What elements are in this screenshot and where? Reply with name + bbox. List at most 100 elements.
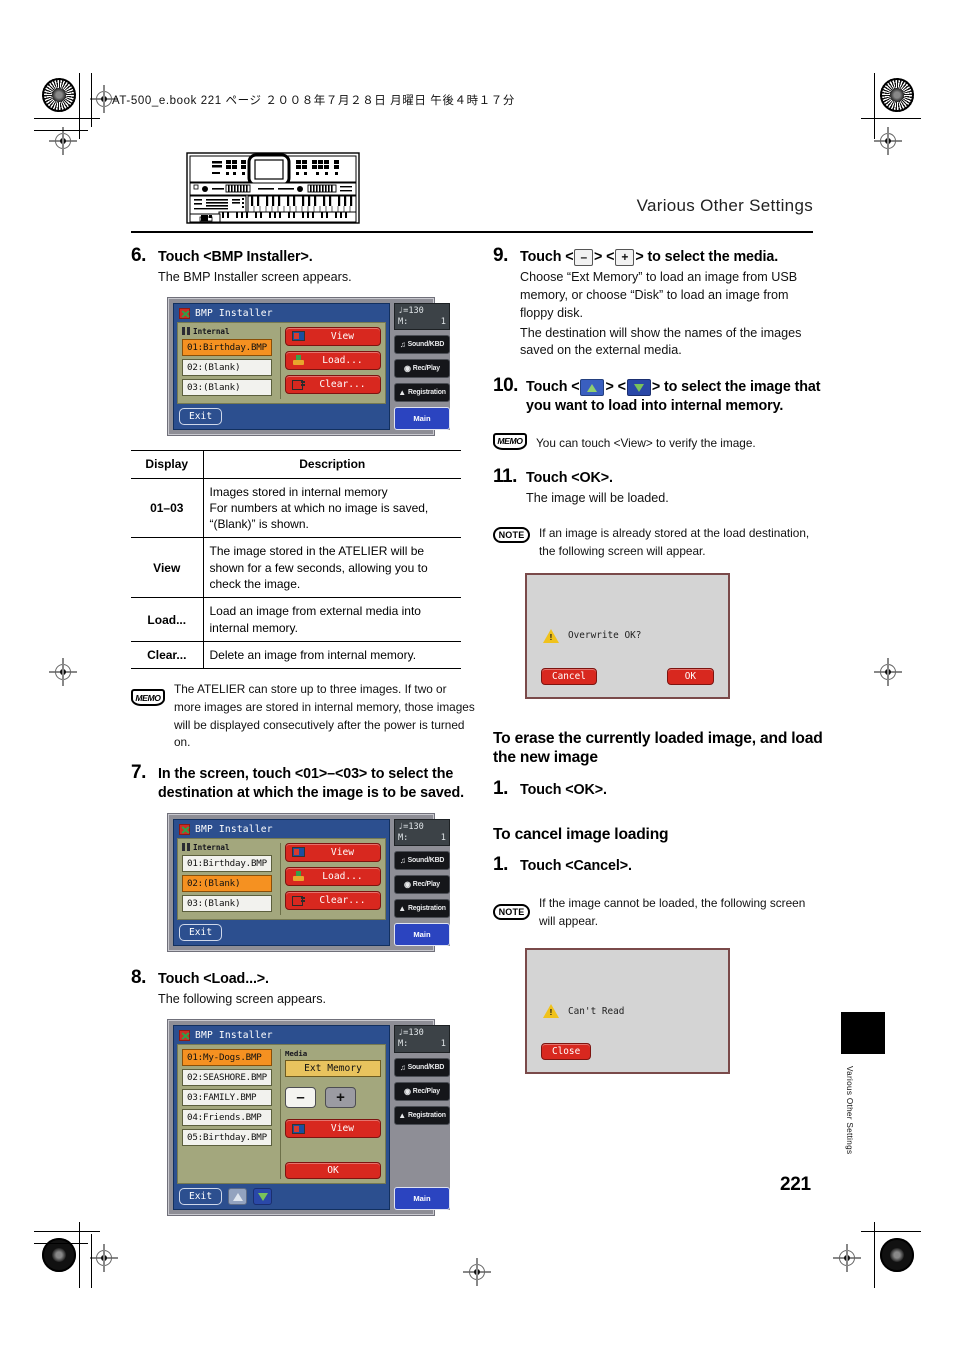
lcd3-scroll-up-button[interactable] — [228, 1188, 248, 1206]
lcd3-exit-button[interactable]: Exit — [179, 1188, 223, 1206]
step-9-title-a: Touch < — [520, 249, 574, 265]
step-9-number: 9. — [493, 245, 508, 266]
lcd3-list-item-02[interactable]: 02:SEASHORE.BMP — [182, 1069, 272, 1087]
lcd1-measure-value: 1 — [440, 316, 446, 327]
step-7-title: In the screen, touch <01>–<03> to select… — [158, 766, 465, 801]
step-8-head: 8. Touch <Load...>. — [131, 967, 475, 989]
table-cell-display-1: View — [131, 537, 204, 599]
substep-cancel-1-number: 1. — [493, 854, 508, 876]
lcd2-list-item-02[interactable]: 02:(Blank) — [182, 874, 272, 892]
step-11-body-text: The image will be loaded. — [526, 490, 669, 505]
lcd1-main-button[interactable]: Main — [393, 407, 450, 431]
speaker-icon: ◉ — [404, 880, 411, 890]
lcd3-ok-button[interactable]: OK — [284, 1162, 381, 1180]
lcd3-minus-button[interactable]: – — [284, 1087, 316, 1109]
lcd1-load-button[interactable]: Load... — [284, 350, 381, 370]
memo-badge-icon: MEMO — [493, 432, 527, 450]
lcd1-list-item-03[interactable]: 03:(Blank) — [182, 378, 272, 396]
registration-mark-left-mid — [49, 658, 77, 686]
load-arrow-icon — [292, 871, 305, 882]
note-callout-2: NOTE If the image cannot be loaded, the … — [493, 895, 823, 930]
lcd3-list-item-04[interactable]: 04:Friends.BMP — [182, 1109, 272, 1127]
overwrite-dialog: Overwrite OK? Cancel OK — [525, 572, 730, 699]
lcd1-group-label: Internal — [182, 327, 272, 336]
lcd2-list-item-01[interactable]: 01:Birthday.BMP — [182, 854, 272, 872]
warning-icon — [543, 1004, 559, 1019]
cant-read-dialog: Can't Read Close — [525, 948, 730, 1075]
memo-badge-label: MEMO — [497, 436, 523, 447]
substep-erase-1: 1. Touch <OK>. — [493, 777, 823, 800]
overwrite-cancel-button[interactable]: Cancel — [541, 667, 597, 685]
lcd2-list-item-03[interactable]: 03:(Blank) — [182, 894, 272, 912]
internal-memory-icon — [182, 843, 190, 852]
memo-callout-2-text: You can touch <View> to verify the image… — [536, 435, 756, 450]
section-side-tab-label: Various Other Settings — [845, 1066, 854, 1155]
step-11: 11. Touch <OK>. The image will be loaded… — [493, 466, 823, 508]
lcd1-load-label: Load... — [322, 354, 363, 366]
registration-mark-left-upper — [49, 127, 77, 155]
registration-mark-bottom-right — [833, 1244, 861, 1272]
step-9-title: Touch < – > < + > to select the media. — [520, 248, 778, 267]
lcd1-list-item-01[interactable]: 01:Birthday.BMP — [182, 338, 272, 356]
arrow-down-icon — [257, 1192, 268, 1201]
lcd3-plus-button[interactable]: + — [324, 1087, 356, 1109]
step-9-body-text-2: The destination will show the names of t… — [520, 325, 802, 358]
lcd1-sound-kbd-button[interactable]: ♫ Sound/KBD — [393, 335, 450, 355]
music-note-icon: ♫ — [399, 856, 406, 866]
lcd2-registration-button[interactable]: ▲ Registration — [393, 899, 450, 919]
step-11-body: The image will be loaded. — [526, 490, 823, 508]
lcd2-view-button[interactable]: View — [284, 842, 381, 862]
lcd1-rec-play-button[interactable]: ◉ Rec/Play — [393, 359, 450, 379]
right-column: 9. Touch < – > < + > to select the media. Ch… — [493, 245, 823, 1075]
lcd2-clear-button[interactable]: Clear... — [284, 890, 381, 910]
lcd3-registration-button[interactable]: ▲ Registration — [393, 1105, 450, 1125]
lcd2-rec-play-button[interactable]: ◉ Rec/Play — [393, 875, 450, 895]
table-cell-display-0: 01–03 — [131, 477, 204, 539]
step-8-body: The following screen appears. — [158, 991, 475, 1009]
lcd2-exit-button[interactable]: Exit — [179, 923, 223, 941]
cant-read-dialog-message: Can't Read — [568, 1005, 625, 1017]
lcd3-sound-kbd-button[interactable]: ♫ Sound/KBD — [393, 1057, 450, 1077]
step-7: 7. In the screen, touch <01>–<03> to sel… — [131, 762, 475, 803]
music-note-icon: ♫ — [399, 340, 406, 350]
lcd2-main-button[interactable]: Main — [393, 923, 450, 947]
lcd1-measure-row: M: 1 — [398, 317, 446, 328]
lcd1-group-label-text: Internal — [193, 326, 230, 336]
lcd3-main-button[interactable]: Main — [393, 1187, 450, 1211]
lcd2-clear-label: Clear... — [319, 894, 366, 906]
lcd2-load-button[interactable]: Load... — [284, 866, 381, 886]
lcd3-tempo-box: ♩=130 M: 1 — [393, 1025, 450, 1053]
load-arrow-icon — [292, 355, 305, 366]
lcd3-media-label: Media — [284, 1049, 308, 1059]
substep-erase-1-number: 1. — [493, 777, 508, 799]
lcd3-rec-play-label: Rec/Play — [412, 1087, 440, 1095]
view-image-icon — [291, 1123, 305, 1134]
lcd3-list-item-01[interactable]: 01:My-Dogs.BMP — [182, 1049, 272, 1067]
lcd3-scroll-down-button[interactable] — [253, 1188, 273, 1206]
lcd3-side-panel: ♩=130 M: 1 ♫ Sound/KBD ◉ Rec/Play ▲ Regi — [393, 1025, 450, 1211]
registration-icon: ▲ — [398, 1110, 406, 1120]
note-badge-icon: NOTE — [493, 904, 530, 921]
lcd3-list-item-03[interactable]: 03:FAMILY.BMP — [182, 1089, 272, 1107]
overwrite-ok-button[interactable]: OK — [666, 667, 714, 685]
step-10-title-a: Touch < — [526, 379, 580, 396]
lcd1-clear-button[interactable]: Clear... — [284, 374, 381, 394]
lcd3-view-button[interactable]: View — [284, 1119, 381, 1139]
lcd1-side-panel: ♩=130 M: 1 ♫ Sound/KBD ◉ Rec/Play ▲ Regi — [393, 302, 450, 431]
lcd3-list-item-05[interactable]: 05:Birthday.BMP — [182, 1129, 272, 1147]
step-8-body-text: The following screen appears. — [158, 992, 327, 1007]
lcd2-sound-kbd-button[interactable]: ♫ Sound/KBD — [393, 851, 450, 871]
lcd2-side-panel: ♩=130 M: 1 ♫ Sound/KBD ◉ Rec/Play ▲ Regi — [393, 818, 450, 947]
lcd1-exit-button[interactable]: Exit — [179, 407, 223, 425]
lcd1-panel: Internal 01:Birthday.BMP 02:(Blank) 03:(… — [177, 321, 386, 404]
lcd1-view-button[interactable]: View — [284, 326, 381, 346]
cant-read-close-button[interactable]: Close — [541, 1043, 592, 1061]
lcd3-display: BMP Installer 01:My-Dogs.BMP 02:SEASHORE… — [173, 1025, 390, 1211]
note-callout-1: NOTE If an image is already stored at th… — [493, 525, 823, 560]
lcd3-rec-play-button[interactable]: ◉ Rec/Play — [393, 1081, 450, 1101]
lcd3-bottom-bar: Exit — [177, 1184, 386, 1206]
lcd1-button-column: View Load... Clear... — [284, 326, 381, 399]
lcd1-list-item-02[interactable]: 02:(Blank) — [182, 358, 272, 376]
note-callout-1-text: If an image is already stored at the loa… — [539, 526, 810, 559]
lcd1-registration-button[interactable]: ▲ Registration — [393, 383, 450, 403]
